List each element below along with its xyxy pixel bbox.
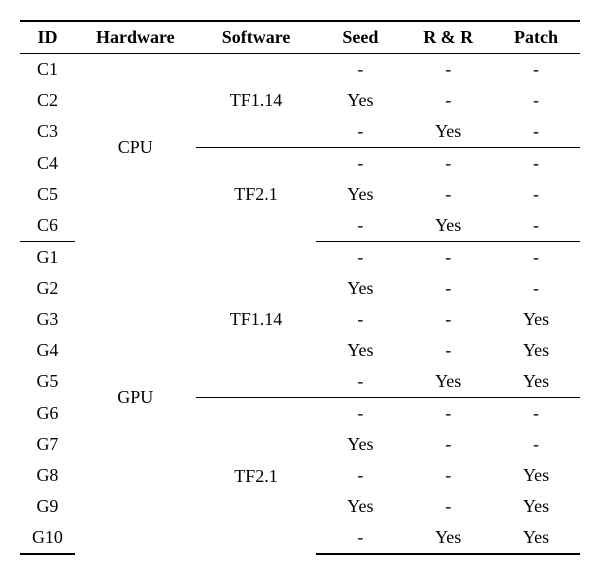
cell-seed: - [316, 522, 404, 554]
table: ID Hardware Software Seed R & R Patch C1… [20, 20, 580, 555]
cell-id: G4 [20, 335, 75, 366]
cell-seed: - [316, 398, 404, 430]
cell-patch: Yes [492, 522, 580, 554]
cell-seed: - [316, 304, 404, 335]
cell-software-tf21: TF2.1 [196, 148, 317, 242]
cell-seed: Yes [316, 491, 404, 522]
cell-id: G5 [20, 366, 75, 398]
config-table: ID Hardware Software Seed R & R Patch C1… [20, 20, 580, 555]
cell-id: C6 [20, 210, 75, 242]
cell-seed: - [316, 54, 404, 86]
cell-id: G9 [20, 491, 75, 522]
cell-rr: - [404, 491, 492, 522]
cell-id: G1 [20, 242, 75, 274]
col-hardware: Hardware [75, 21, 196, 54]
cell-id: C5 [20, 179, 75, 210]
cell-patch: Yes [492, 491, 580, 522]
cell-id: C4 [20, 148, 75, 180]
cell-patch: Yes [492, 304, 580, 335]
cell-rr: Yes [404, 522, 492, 554]
cell-seed: Yes [316, 179, 404, 210]
cell-rr: Yes [404, 210, 492, 242]
cell-seed: Yes [316, 85, 404, 116]
col-rr: R & R [404, 21, 492, 54]
cell-seed: - [316, 210, 404, 242]
cell-rr: - [404, 304, 492, 335]
table-row: G1 GPU TF1.14 - - - [20, 242, 580, 274]
cell-rr: - [404, 460, 492, 491]
header-row: ID Hardware Software Seed R & R Patch [20, 21, 580, 54]
cell-patch: - [492, 210, 580, 242]
cell-software-tf114: TF1.14 [196, 54, 317, 148]
cell-seed: - [316, 116, 404, 148]
cell-id: G2 [20, 273, 75, 304]
cell-seed: Yes [316, 335, 404, 366]
cell-seed: Yes [316, 429, 404, 460]
col-software: Software [196, 21, 317, 54]
cell-id: C3 [20, 116, 75, 148]
cell-patch: Yes [492, 335, 580, 366]
cell-hardware-cpu: CPU [75, 54, 196, 242]
cell-software-tf114: TF1.14 [196, 242, 317, 398]
cell-software-tf21: TF2.1 [196, 398, 317, 555]
table-row: C1 CPU TF1.14 - - - [20, 54, 580, 86]
cell-patch: - [492, 148, 580, 180]
cell-seed: Yes [316, 273, 404, 304]
cell-seed: - [316, 366, 404, 398]
cell-rr: - [404, 85, 492, 116]
cell-patch: - [492, 273, 580, 304]
cell-patch: - [492, 429, 580, 460]
cell-rr: - [404, 148, 492, 180]
cell-rr: - [404, 179, 492, 210]
cell-id: G7 [20, 429, 75, 460]
cell-hardware-gpu: GPU [75, 242, 196, 555]
cell-seed: - [316, 148, 404, 180]
cell-rr: - [404, 335, 492, 366]
cell-patch: - [492, 398, 580, 430]
cell-seed: - [316, 242, 404, 274]
cell-patch: - [492, 242, 580, 274]
col-seed: Seed [316, 21, 404, 54]
col-id: ID [20, 21, 75, 54]
cell-id: G8 [20, 460, 75, 491]
cell-id: C1 [20, 54, 75, 86]
cell-rr: - [404, 273, 492, 304]
cell-patch: Yes [492, 460, 580, 491]
cell-rr: - [404, 242, 492, 274]
cell-id: G10 [20, 522, 75, 554]
cell-patch: - [492, 116, 580, 148]
cell-patch: - [492, 85, 580, 116]
cell-patch: - [492, 54, 580, 86]
cell-rr: Yes [404, 366, 492, 398]
cell-id: G3 [20, 304, 75, 335]
cell-rr: - [404, 54, 492, 86]
cell-patch: - [492, 179, 580, 210]
cell-id: G6 [20, 398, 75, 430]
cell-id: C2 [20, 85, 75, 116]
col-patch: Patch [492, 21, 580, 54]
cell-seed: - [316, 460, 404, 491]
cell-rr: - [404, 398, 492, 430]
cell-rr: Yes [404, 116, 492, 148]
cell-patch: Yes [492, 366, 580, 398]
cell-rr: - [404, 429, 492, 460]
